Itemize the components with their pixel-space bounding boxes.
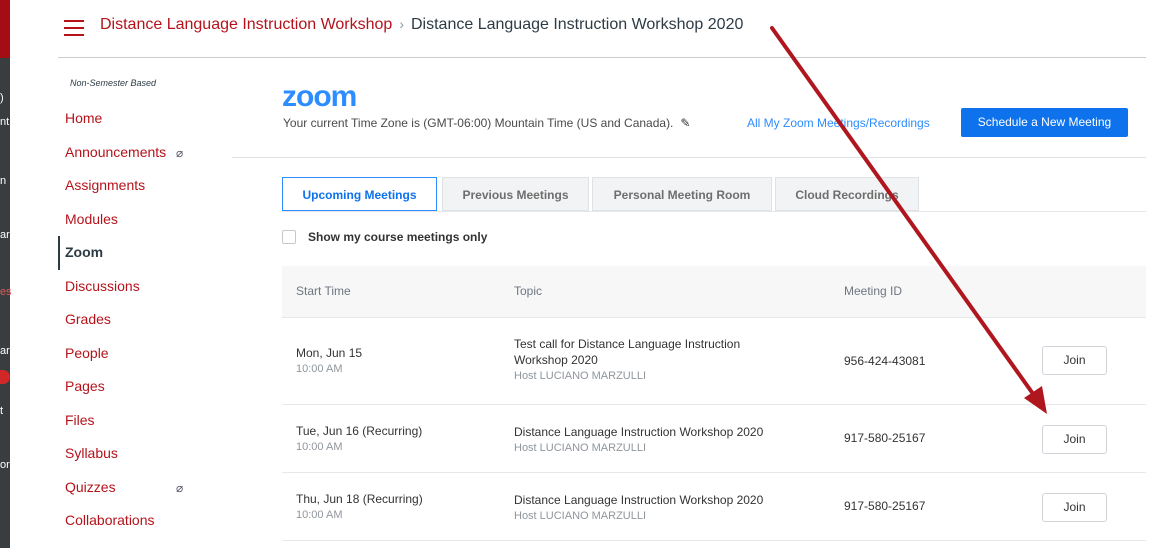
start-time-cell: Tue, Jun 16 (Recurring) 10:00 AM xyxy=(296,424,422,453)
course-nav-item-label: Files xyxy=(65,411,95,428)
table-header: Start Time Topic Meeting ID xyxy=(282,266,1146,318)
course-nav: Non-Semester Based Home Announcements ⌀ Ass… xyxy=(58,78,238,538)
global-nav-item[interactable]: nt xyxy=(0,116,36,128)
course-nav-item-label: Pages xyxy=(65,378,105,394)
meeting-host: Host LUCIANO MARZULLI xyxy=(514,442,647,454)
tab-previous-meetings[interactable]: Previous Meetings xyxy=(442,177,589,211)
course-meetings-checkbox[interactable] xyxy=(282,230,296,244)
course-nav-item-label: Zoom xyxy=(65,244,104,260)
table-body: Mon, Jun 15 10:00 AM Test call for Distanc… xyxy=(282,318,1146,541)
global-nav-item[interactable]: ons xyxy=(0,459,36,471)
course-nav-item-label: Modules xyxy=(65,210,118,227)
topic-cell: Distance Language Instruction Workshop 2… xyxy=(514,424,763,456)
course-nav-item-syllabus[interactable]: Syllabus xyxy=(58,437,238,471)
table-row: Tue, Jun 16 (Recurring) 10:00 AM Distance … xyxy=(282,405,1146,473)
topic-header: Topic xyxy=(514,284,543,298)
join-button[interactable]: Join xyxy=(1042,493,1107,522)
global-nav-item[interactable]: ard xyxy=(0,229,36,241)
zoom-logo: zoom xyxy=(282,80,357,113)
course-nav-item-label: Discussions xyxy=(65,277,140,294)
join-button[interactable]: Join xyxy=(1042,346,1107,375)
meeting-topic[interactable]: Distance Language Instruction Workshop 2… xyxy=(514,492,763,508)
meeting-topic[interactable]: Test call for Distance Language Instruct… xyxy=(514,336,740,352)
meeting-host: Host LUCIANO MARZULLI xyxy=(514,370,647,382)
course-nav-item-pages[interactable]: Pages xyxy=(58,370,238,404)
course-nav-item-collaborations[interactable]: Collaborations xyxy=(58,504,238,538)
meeting-date: Thu, Jun 18 (Recurring) xyxy=(296,492,423,506)
meeting-id-header: Meeting ID xyxy=(844,284,903,298)
course-nav-item-modules[interactable]: Modules xyxy=(58,203,238,237)
divider xyxy=(232,157,1146,158)
global-nav-item[interactable]: t xyxy=(0,405,36,417)
course-nav-item-label: Announcements xyxy=(65,143,167,160)
breadcrumb-current-page: Distance Language Instruction Workshop 2… xyxy=(411,16,744,33)
course-nav-item-label: Syllabus xyxy=(65,445,118,461)
course-nav-item-discussions[interactable]: Discussions xyxy=(58,270,238,304)
global-nav: ) nt n ard es ar t ons xyxy=(0,0,18,548)
meetings-table: Start Time Topic Meeting ID Mon, Jun 15 1… xyxy=(282,266,1146,541)
filter-label: Show my course meetings only xyxy=(308,230,488,244)
timezone-notice: Your current Time Zone is (GMT-06:00) Mo… xyxy=(283,116,690,130)
course-nav-item-label: People xyxy=(65,344,109,361)
start-time-cell: Thu, Jun 18 (Recurring) 10:00 AM xyxy=(296,492,423,521)
global-nav-item[interactable]: ) xyxy=(0,92,36,104)
meeting-date: Tue, Jun 16 (Recurring) xyxy=(296,424,423,438)
term-label: Non-Semester Based xyxy=(70,78,157,88)
schedule-meeting-button[interactable]: Schedule a New Meeting xyxy=(961,108,1128,137)
course-nav-item-zoom[interactable]: Zoom xyxy=(58,236,238,270)
global-nav-item[interactable]: ar xyxy=(0,345,36,357)
course-nav-item-quizzes[interactable]: Quizzes ⌀ xyxy=(58,471,238,505)
course-meetings-filter[interactable]: Show my course meetings only xyxy=(282,230,487,244)
timezone-text: Your current Time Zone is (GMT-06:00) Mo… xyxy=(283,116,674,130)
meeting-topic[interactable]: Distance Language Instruction Workshop 2… xyxy=(514,424,763,440)
table-row: Mon, Jun 15 10:00 AM Test call for Distanc… xyxy=(282,318,1146,405)
edit-timezone-icon[interactable]: ✎ xyxy=(680,116,690,130)
meeting-id-cell: 917-580-25167 xyxy=(844,499,926,513)
meeting-id-cell: 917-580-25167 xyxy=(844,431,926,445)
course-nav-item-label: Quizzes xyxy=(65,478,116,495)
tab-personal-meeting-room[interactable]: Personal Meeting Room xyxy=(592,177,772,211)
breadcrumb-course-link[interactable]: Distance Language Instruction Workshop xyxy=(100,16,392,33)
breadcrumb: Distance Language Instruction Workshop › D… xyxy=(100,16,743,34)
global-nav-item[interactable]: es xyxy=(0,286,36,298)
hidden-from-students-icon: ⌀ xyxy=(176,480,184,495)
course-nav-item-label: Grades xyxy=(65,311,111,327)
course-nav-item-people[interactable]: People xyxy=(58,337,238,371)
course-nav-item-assignments[interactable]: Assignments xyxy=(58,169,238,203)
meeting-topic[interactable]: Workshop 2020 xyxy=(514,352,740,368)
meeting-time: 10:00 AM xyxy=(296,509,343,521)
start-time-cell: Mon, Jun 15 10:00 AM xyxy=(296,346,362,375)
hidden-from-students-icon: ⌀ xyxy=(176,145,184,160)
hamburger-menu-icon[interactable] xyxy=(64,20,84,36)
header: Distance Language Instruction Workshop › D… xyxy=(58,0,1146,58)
course-nav-item-label: Assignments xyxy=(65,177,146,193)
institution-logo[interactable] xyxy=(0,0,10,58)
global-nav-item[interactable]: n xyxy=(0,175,36,187)
table-row: Thu, Jun 18 (Recurring) 10:00 AM Distance … xyxy=(282,473,1146,541)
topic-cell: Test call for Distance Language Instruct… xyxy=(514,336,740,384)
tabs-underline xyxy=(282,211,1146,212)
tab-cloud-recordings[interactable]: Cloud Recordings xyxy=(775,177,919,211)
meeting-host: Host LUCIANO MARZULLI xyxy=(514,510,647,522)
meeting-time: 10:00 AM xyxy=(296,441,343,453)
breadcrumb-separator: › xyxy=(399,16,404,32)
tab-upcoming-meetings[interactable]: Upcoming Meetings xyxy=(282,177,437,211)
course-nav-item-announcements[interactable]: Announcements ⌀ xyxy=(58,136,238,170)
join-button[interactable]: Join xyxy=(1042,425,1107,454)
start-time-header: Start Time xyxy=(296,284,351,298)
topic-cell: Distance Language Instruction Workshop 2… xyxy=(514,492,763,524)
course-nav-item-label: Home xyxy=(65,110,103,126)
course-nav-item-home[interactable]: Home xyxy=(58,102,238,136)
all-meetings-recordings-link[interactable]: All My Zoom Meetings/Recordings xyxy=(747,116,930,130)
course-nav-item-grades[interactable]: Grades xyxy=(58,303,238,337)
course-nav-item-files[interactable]: Files xyxy=(58,404,238,438)
course-nav-item-label: Collaborations xyxy=(65,512,155,528)
meeting-time: 10:00 AM xyxy=(296,363,343,375)
meeting-date: Mon, Jun 15 xyxy=(296,346,363,360)
notification-badge xyxy=(0,370,10,384)
meeting-id-cell: 956-424-43081 xyxy=(844,354,926,368)
